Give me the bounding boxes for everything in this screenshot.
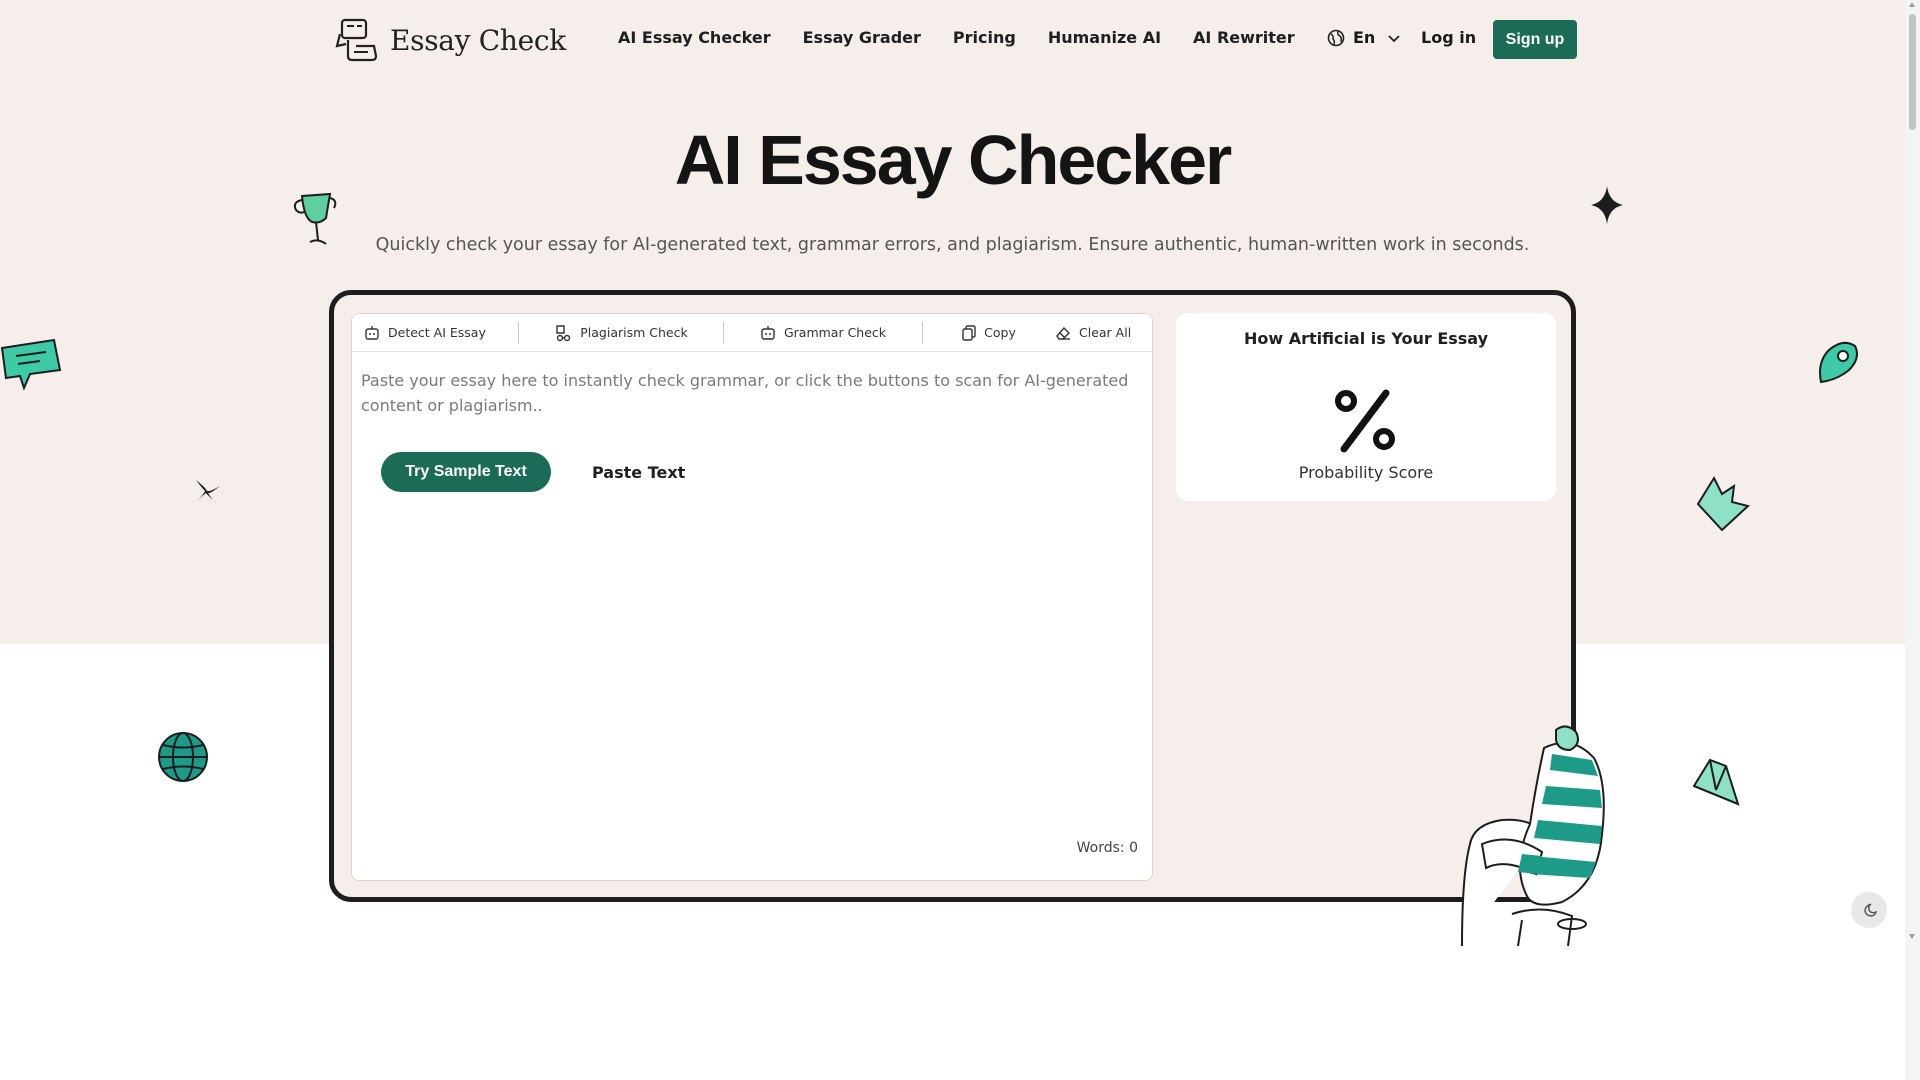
plagiarism-check-button[interactable]: Plagiarism Check bbox=[519, 321, 723, 345]
plagiarism-check-label: Plagiarism Check bbox=[580, 325, 688, 340]
brand-name: Essay Check bbox=[390, 23, 566, 57]
nav-essay-grader[interactable]: Essay Grader bbox=[803, 28, 921, 47]
nav-ai-essay-checker[interactable]: AI Essay Checker bbox=[618, 28, 771, 47]
clear-all-label: Clear All bbox=[1079, 325, 1132, 340]
pin-icon bbox=[1819, 341, 1858, 384]
grammar-check-label: Grammar Check bbox=[783, 325, 887, 340]
sparkle-icon bbox=[1591, 186, 1623, 224]
clear-all-button[interactable]: Clear All bbox=[1055, 321, 1151, 345]
person-illustration bbox=[1461, 725, 1605, 946]
page-scrollbar[interactable] bbox=[1905, 0, 1920, 1080]
scroll-down-arrow-icon[interactable] bbox=[1909, 934, 1915, 939]
star-icon bbox=[196, 480, 220, 504]
chevron-down-icon bbox=[1388, 34, 1400, 42]
crown-icon bbox=[1696, 475, 1751, 532]
word-count: Words: 0 bbox=[1076, 840, 1138, 856]
detect-ai-button[interactable]: Detect AI Essay bbox=[352, 321, 518, 345]
plagiarism-icon bbox=[556, 324, 571, 341]
page-subtitle: Quickly check your essay for AI-generate… bbox=[375, 235, 1530, 255]
language-selector[interactable]: En bbox=[1327, 28, 1401, 47]
grammar-icon bbox=[761, 325, 775, 340]
try-sample-text-button[interactable]: Try Sample Text bbox=[381, 452, 551, 492]
nav-ai-rewriter[interactable]: AI Rewriter bbox=[1193, 28, 1295, 47]
detect-ai-label: Detect AI Essay bbox=[388, 325, 486, 340]
paste-text-button[interactable]: Paste Text bbox=[592, 452, 685, 492]
diamond-icon bbox=[1692, 758, 1740, 806]
ai-probability-panel: How Artificial is Your Essay Probability… bbox=[1176, 313, 1556, 501]
grammar-check-button[interactable]: Grammar Check bbox=[724, 321, 922, 345]
login-link[interactable]: Log in bbox=[1421, 28, 1476, 47]
robot-icon bbox=[365, 325, 379, 340]
main-nav: AI Essay Checker Essay Grader Pricing Hu… bbox=[618, 28, 1295, 47]
nav-pricing[interactable]: Pricing bbox=[953, 28, 1016, 47]
robot-logo-icon bbox=[335, 18, 378, 62]
scroll-up-arrow-icon[interactable] bbox=[1909, 2, 1915, 7]
trophy-icon bbox=[293, 192, 337, 245]
moon-icon bbox=[1864, 903, 1877, 917]
scrollbar-thumb[interactable] bbox=[1909, 14, 1916, 130]
globe-icon bbox=[1327, 29, 1345, 46]
probability-score-label: Probability Score bbox=[1298, 463, 1434, 482]
brand-logo[interactable]: Essay Check bbox=[334, 16, 566, 64]
signup-button[interactable]: Sign up bbox=[1493, 20, 1577, 59]
site-header: Essay Check AI Essay Checker Essay Grade… bbox=[0, 0, 1905, 80]
eraser-icon bbox=[1056, 326, 1070, 340]
chat-bubble-icon bbox=[0, 338, 62, 391]
essay-input[interactable]: Paste your essay here to instantly check… bbox=[361, 368, 1151, 418]
essay-editor: Detect AI Essay Plagiarism Check Grammar… bbox=[351, 313, 1153, 881]
dark-mode-toggle[interactable] bbox=[1851, 892, 1887, 928]
language-label: En bbox=[1353, 28, 1376, 47]
nav-humanize-ai[interactable]: Humanize AI bbox=[1048, 28, 1161, 47]
copy-icon bbox=[962, 324, 976, 341]
copy-button[interactable]: Copy bbox=[923, 321, 1055, 345]
percent-icon bbox=[1335, 389, 1395, 453]
copy-label: Copy bbox=[984, 325, 1016, 340]
result-title: How Artificial is Your Essay bbox=[1243, 329, 1489, 348]
editor-toolbar: Detect AI Essay Plagiarism Check Grammar… bbox=[352, 314, 1152, 352]
globe-decoration-icon bbox=[158, 732, 208, 782]
